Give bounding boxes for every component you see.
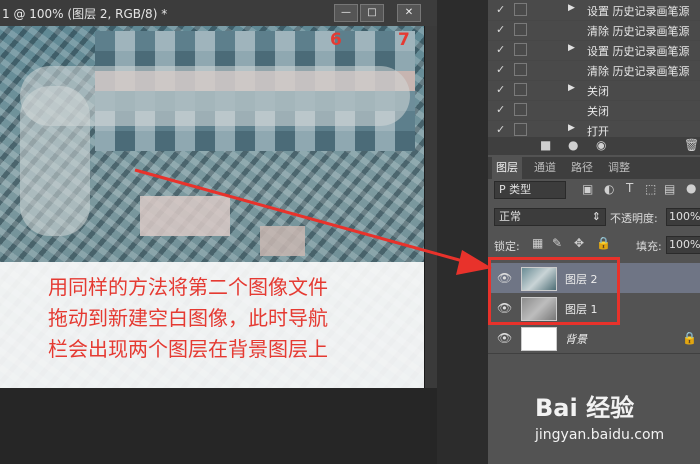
- arrow-line: [134, 168, 471, 265]
- annotation-line: 用同样的方法将第二个图像文件: [48, 275, 328, 299]
- layers-highlight-box: [488, 257, 620, 325]
- annotation-line: 拖动到新建空白图像，此时导航: [48, 306, 328, 330]
- watermark-brand: Bai 经验: [535, 394, 635, 422]
- watermark-url: jingyan.baidu.com: [535, 427, 665, 443]
- annotation-text: 用同样的方法将第二个图像文件 拖动到新建空白图像，此时导航 栏会出现两个图层在背…: [48, 272, 468, 365]
- baidu-watermark: Bai 经验 jingyan.baidu.com: [535, 388, 664, 443]
- annotation-line: 栏会出现两个图层在背景图层上: [48, 337, 328, 361]
